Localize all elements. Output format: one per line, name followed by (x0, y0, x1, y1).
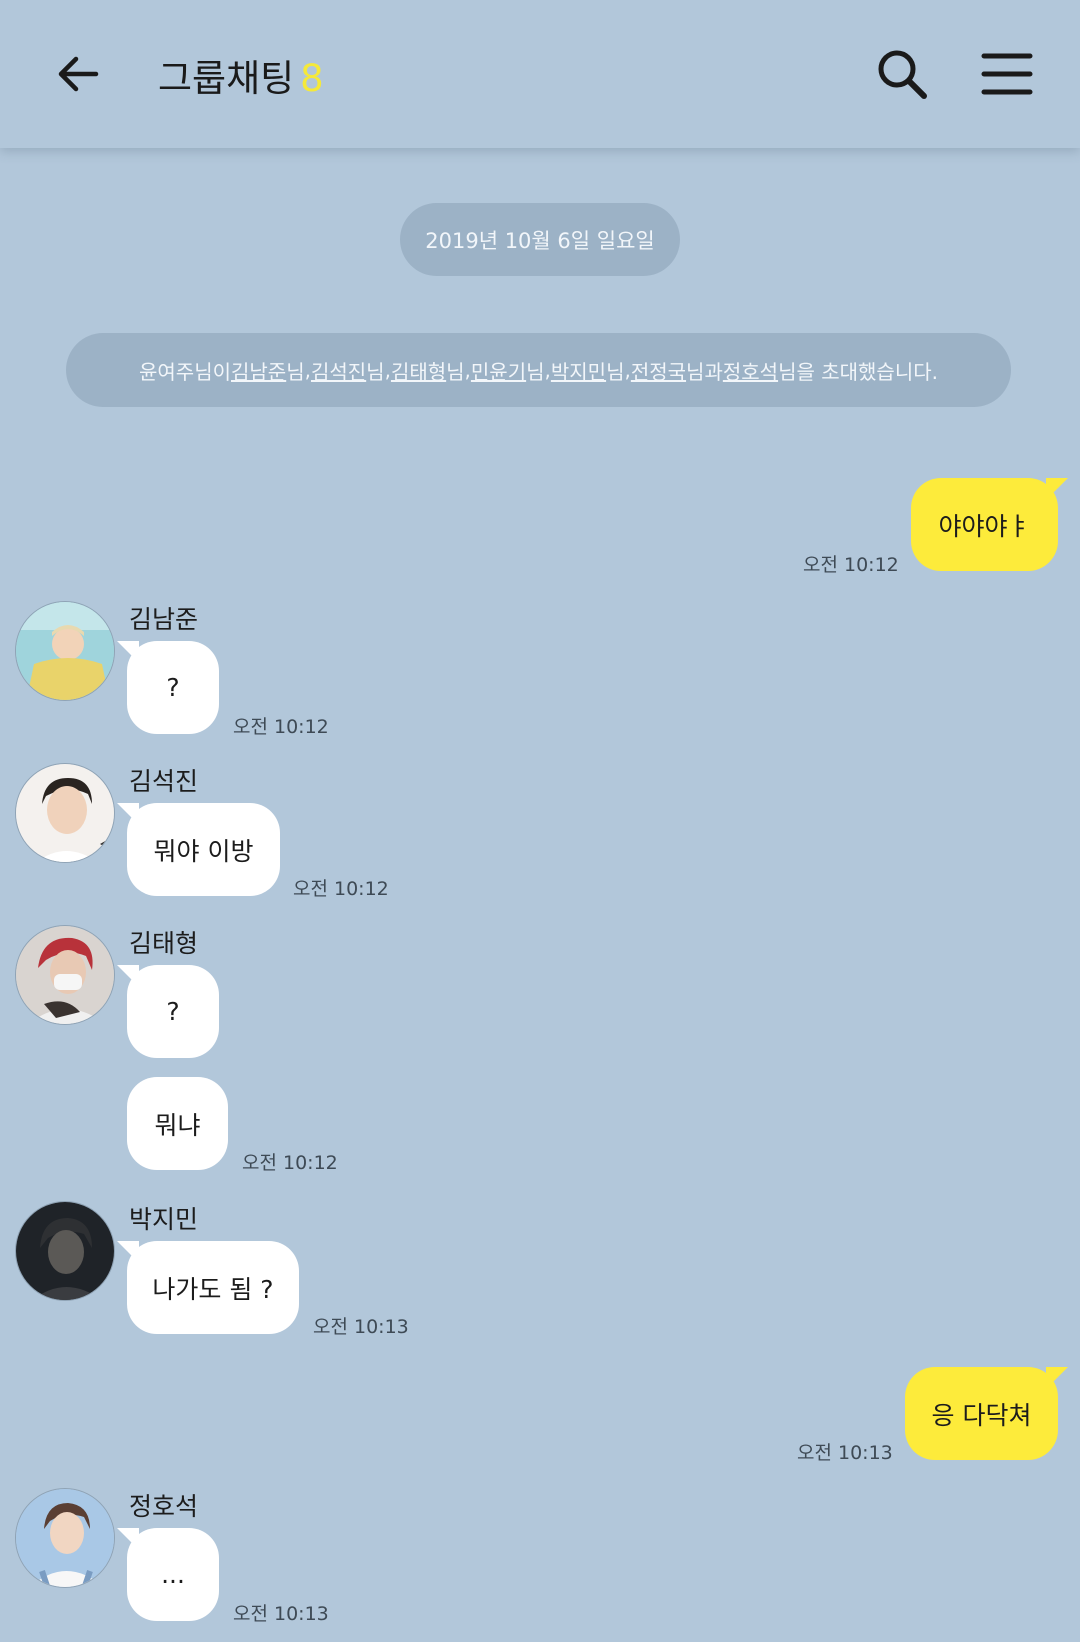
profile-photo (16, 926, 114, 1024)
profile-photo (16, 1202, 114, 1300)
chat-header: 그룹채팅 8 (0, 0, 1080, 148)
my-message-bubble[interactable]: 응 다닥쳐 (905, 1367, 1068, 1460)
message-bubble[interactable]: 뭐야 이방 (117, 803, 280, 896)
message-bubble[interactable]: ? (117, 641, 219, 734)
chat-title: 그룹채팅 8 (158, 48, 324, 102)
invitee-link[interactable]: 전정국 (631, 356, 686, 385)
message-bubble[interactable]: 나가도 됨 ? (117, 1241, 299, 1334)
invitee-link[interactable]: 박지민 (551, 356, 606, 385)
invitee-link[interactable]: 김남준 (231, 356, 286, 385)
sender-name: 정호석 (129, 1492, 199, 1521)
menu-button[interactable] (978, 44, 1038, 104)
search-icon (878, 50, 927, 99)
message-bubble[interactable]: ? (117, 965, 219, 1058)
avatar[interactable] (15, 1488, 115, 1588)
sender-name: 김태형 (129, 929, 199, 958)
invitee-link[interactable]: 정호석 (723, 356, 778, 385)
message-bubble[interactable]: ... (117, 1528, 219, 1621)
date-divider: 2019년 10월 6일 일요일 (400, 203, 680, 276)
member-count: 8 (300, 57, 324, 100)
message-time: 오전 10:12 (233, 716, 329, 738)
chat-room-name: 그룹채팅 (158, 57, 295, 100)
avatar[interactable] (15, 925, 115, 1025)
hamburger-menu-icon (981, 53, 1033, 95)
search-button[interactable] (872, 44, 932, 104)
invitee-link[interactable]: 김태형 (391, 356, 446, 385)
message-time: 오전 10:13 (313, 1316, 409, 1338)
my-message-bubble[interactable]: 야야야ㅑ (911, 478, 1068, 571)
message-bubble[interactable]: 뭐냐 (127, 1077, 228, 1170)
invite-notice: 윤여주님이 김남준 님, 김석진 님, 김태형 님, 민윤기 님, 박지민 님, 전정국 님… (66, 333, 1011, 407)
invite-inviter: 윤여주님이 (139, 359, 231, 384)
message-time: 오전 10:13 (233, 1603, 329, 1625)
message-time: 오전 10:12 (242, 1152, 338, 1174)
avatar[interactable] (15, 1201, 115, 1301)
invitee-link[interactable]: 김석진 (311, 356, 366, 385)
arrow-left-icon (58, 56, 99, 92)
profile-photo (16, 602, 114, 700)
profile-photo (16, 1489, 114, 1587)
sender-name: 김남준 (129, 605, 199, 634)
message-time: 오전 10:12 (803, 554, 899, 576)
profile-photo (16, 764, 114, 862)
avatar[interactable] (15, 601, 115, 701)
back-button[interactable] (48, 44, 108, 104)
message-time: 오전 10:12 (293, 878, 389, 900)
avatar[interactable] (15, 763, 115, 863)
invitee-link[interactable]: 민윤기 (471, 356, 526, 385)
sender-name: 김석진 (129, 767, 199, 796)
sender-name: 박지민 (129, 1205, 199, 1234)
message-time: 오전 10:13 (797, 1442, 893, 1464)
